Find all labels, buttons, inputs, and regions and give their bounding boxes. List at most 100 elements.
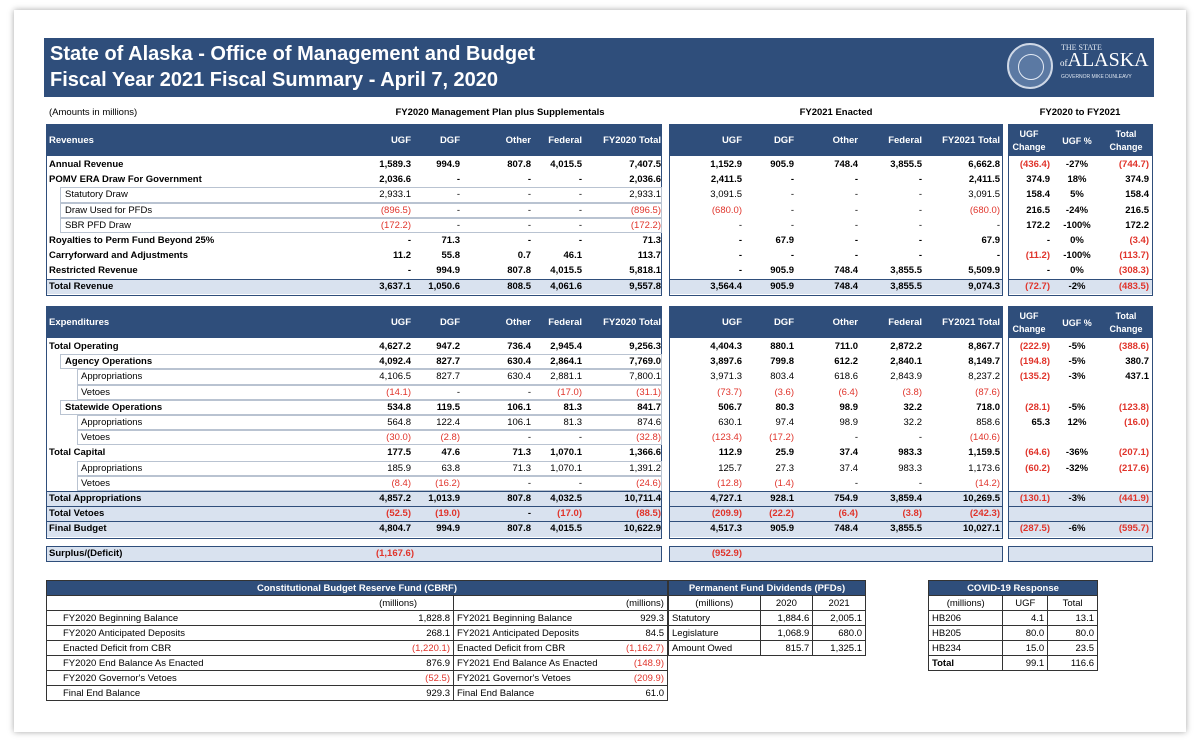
pfd-head-2: 2021	[812, 595, 866, 611]
fy20-cell: -	[578, 235, 582, 246]
cbrf-label-fy21: Final End Balance	[452, 685, 623, 701]
fy20-cell: 2,036.6	[629, 174, 661, 186]
col-change-2: Total Change	[1109, 129, 1143, 152]
fy21-cell: 9,074.3	[968, 280, 1000, 292]
fy20-cell: 1,070.1	[550, 447, 582, 459]
fy21-cell: 1,152.9	[710, 159, 742, 170]
covid-cell-2: 80.0	[1047, 625, 1098, 641]
cbrf-value-fy21: 61.0	[622, 685, 668, 701]
fy21-cell: 630.1	[718, 417, 742, 428]
change-cell: -	[1046, 235, 1050, 246]
fy21-cell: -	[790, 250, 794, 262]
col-fy20-4: FY2020 Total	[603, 317, 661, 328]
fy20-cell: 7,800.1	[629, 371, 661, 383]
fy21-cell: -	[738, 235, 742, 246]
fy21-cell: -	[854, 432, 858, 444]
row-label: SBR PFD Draw	[65, 219, 131, 231]
pfd-cell-1: 1,068.9	[759, 625, 814, 641]
table-header-label-expenditures: Expenditures	[49, 317, 110, 328]
fy20-cell: 81.3	[563, 417, 583, 428]
cbrf-value-fy20: (52.5)	[343, 670, 455, 686]
cbrf-value-fy20: 876.9	[343, 655, 455, 671]
fy20-cell: 2,864.1	[550, 356, 582, 368]
fy20-cell: 4,804.7	[379, 523, 411, 535]
change-cell: 12%	[1067, 417, 1087, 428]
change-cell: (123.8)	[1118, 401, 1149, 413]
fy20-cell: 808.5	[507, 280, 531, 292]
fy21-cell: 3,091.5	[710, 189, 742, 201]
fy21-cell: (209.9)	[711, 508, 742, 520]
fy21-cell: 618.6	[834, 371, 858, 383]
fy20-cell: 71.3	[512, 447, 532, 459]
fy20-cell: (16.2)	[435, 477, 460, 489]
col-fy21-4: FY2021 Total	[942, 317, 1000, 328]
fy20-cell: (896.5)	[630, 204, 661, 216]
fy20-cell: (17.0)	[557, 386, 582, 398]
col-change-0: UGF Change	[1012, 311, 1046, 334]
fy20-cell: (32.8)	[636, 432, 661, 444]
fy20-cell: 736.4	[507, 341, 531, 352]
fy21-cell: 37.4	[839, 447, 859, 459]
fy20-cell: 4,015.5	[550, 159, 582, 170]
fy20-cell: (24.6)	[636, 477, 661, 489]
covid-cell-2: 23.5	[1047, 640, 1098, 656]
fy20-cell: 106.1	[507, 401, 531, 413]
change-cell: 158.4	[1125, 189, 1149, 201]
fy21-cell: 905.9	[770, 523, 794, 535]
fy21-cell: -	[918, 174, 922, 186]
fy21-cell: (680.0)	[969, 204, 1000, 216]
total-line-fy20	[46, 278, 662, 280]
fy21-cell: 2,411.5	[710, 174, 742, 186]
fy20-cell: (2.8)	[440, 432, 460, 444]
row-label: Total Appropriations	[49, 493, 142, 504]
fy20-cell: 7,407.5	[629, 159, 661, 170]
change-cell: (11.2)	[1025, 250, 1050, 262]
row-label: Restricted Revenue	[49, 265, 138, 277]
fy20-cell: 827.7	[436, 356, 460, 368]
fy21-cell: 67.9	[981, 235, 1001, 246]
fy21-cell: -	[918, 235, 922, 246]
col-fy20-1: DGF	[439, 135, 460, 146]
change-cell: -5%	[1068, 401, 1086, 413]
fy21-cell: (680.0)	[711, 204, 742, 216]
fy21-cell: 983.3	[898, 462, 922, 474]
fy20-cell: 4,032.5	[550, 493, 582, 504]
change-cell: (222.9)	[1019, 341, 1050, 352]
row-label: Statutory Draw	[65, 189, 128, 201]
state-seal-icon	[1007, 43, 1053, 89]
col-fy21-0: UGF	[721, 317, 742, 328]
fy21-cell: -	[996, 219, 1000, 231]
fy20-cell: 807.8	[507, 493, 531, 504]
fy20-cell: -	[456, 174, 460, 186]
fy21-cell: 905.9	[770, 280, 794, 292]
change-cell: 158.4	[1026, 189, 1050, 201]
covid-cell-0: HB205	[927, 625, 1004, 641]
change-cell: 172.2	[1026, 219, 1050, 231]
fy21-cell: 32.2	[903, 401, 923, 413]
fy21-cell: -	[790, 174, 794, 186]
fy21-cell: 10,269.5	[963, 493, 1000, 504]
fy20-cell: (14.1)	[386, 386, 411, 398]
cbrf-value-fy20: 268.1	[343, 625, 455, 641]
table-row: HB205 80.0 80.0	[927, 625, 1098, 641]
fy21-cell: 3,971.3	[710, 371, 742, 383]
cbrf-value-fy21: (148.9)	[622, 655, 668, 671]
total-line-fy21	[669, 278, 1003, 280]
fy21-cell: 612.2	[834, 356, 858, 368]
cbrf-label-fy20: Enacted Deficit from CBR	[46, 640, 344, 656]
fy20-cell: 1,050.6	[428, 280, 460, 292]
fy21-cell: 80.3	[775, 401, 795, 413]
fy20-cell: -	[527, 432, 531, 444]
row-label: Statewide Operations	[65, 401, 163, 413]
surplus-fy20: (1,167.6)	[375, 548, 414, 559]
fy20-cell: (8.4)	[391, 477, 411, 489]
change-cell: -100%	[1063, 219, 1091, 231]
cbrf-label-fy20: FY2020 End Balance As Enacted	[46, 655, 344, 671]
fy21-cell: -	[854, 189, 858, 201]
cbrf-label-fy20: Final End Balance	[46, 685, 344, 701]
report-header: State of Alaska - Office of Management a…	[44, 38, 1154, 97]
cbrf-label-fy20: FY2020 Governor's Vetoes	[46, 670, 344, 686]
fy21-cell: -	[918, 477, 922, 489]
change-cell: (436.4)	[1019, 159, 1050, 170]
fy20-cell: (30.0)	[386, 432, 411, 444]
